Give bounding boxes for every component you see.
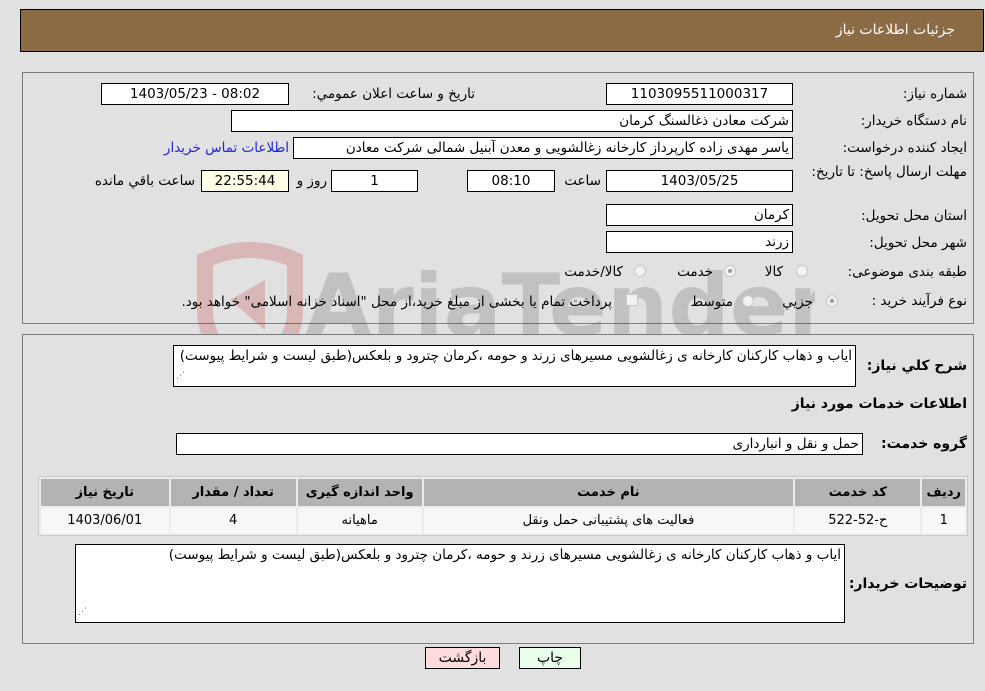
days-remaining-field[interactable]: 1 [331,170,418,192]
deadline-date-field[interactable]: 1403/05/25 [606,170,793,192]
col-header-need-date: تاریخ نیاز [41,479,169,506]
city-label: شهر محل تحویل: [869,235,967,251]
resize-grip-icon[interactable]: ⋰ [78,604,87,621]
days-label: روز و [296,173,327,189]
summary-textarea[interactable]: اياب و ذهاب کارکنان کارخانه ی زغالشویی م… [173,345,856,387]
deadline-time-field[interactable]: 08:10 [467,170,555,192]
buyer-notes-label: توضیحات خریدار: [848,576,967,592]
purchase-option-minor: جزيي [782,294,813,310]
back-button[interactable]: بازگشت [425,647,500,669]
requester-label: ایجاد کننده درخواست: [842,140,967,156]
buyer-org-label: نام دستگاه خریدار: [860,113,967,129]
requester-field[interactable]: یاسر مهدی زاده کارپرداز کارخانه زغالشویی… [293,137,793,159]
page-title: جزئیات اطلاعات نیاز [835,22,955,38]
category-option-service: خدمت [677,264,713,280]
print-button[interactable]: چاپ [519,647,581,669]
province-field[interactable]: کرمان [606,204,793,226]
cell-service-code: ح-52-522 [795,508,921,533]
category-option-goods-service: کالا/خدمت [564,264,623,280]
summary-label: شرح کلي نياز: [866,358,967,374]
services-heading: اطلاعات خدمات مورد نیاز [791,396,967,412]
table-header-row: ردیف کد خدمت نام خدمت واحد اندازه گیری ت… [41,479,965,506]
category-option-goods: کالا [764,264,783,280]
purchase-radio-minor[interactable] [826,295,838,307]
announce-datetime-label: تاریخ و ساعت اعلان عمومي: [312,86,475,102]
service-group-field[interactable]: حمل و نقل و انبارداری [176,433,863,455]
col-header-quantity: تعداد / مقدار [170,479,296,506]
services-table: ردیف کد خدمت نام خدمت واحد اندازه گیری ت… [38,476,968,536]
need-number-field[interactable]: 1103095511000317 [606,83,793,105]
deadline-label: مهلت ارسال پاسخ: تا تاریخ: [811,164,967,180]
resize-grip-icon[interactable]: ⋰ [176,368,185,385]
cell-unit: ماهیانه [297,508,422,533]
col-header-service-name: نام خدمت [423,479,794,506]
treasury-note: پرداخت تمام یا بخشی از مبلغ خرید،از محل … [181,294,612,310]
category-radio-goods[interactable] [796,265,808,277]
treasury-checkbox[interactable] [626,294,638,306]
buyer-notes-textarea[interactable]: اياب و ذهاب کارکنان کارخانه ی زغالشویی م… [75,544,845,623]
purchase-type-label: نوع فرآیند خرید : [871,293,967,309]
summary-text: اياب و ذهاب کارکنان کارخانه ی زغالشویی م… [179,348,852,364]
cell-row-number: 1 [922,508,965,533]
cell-need-date: 1403/06/01 [41,508,169,533]
service-group-label: گروه خدمت: [881,436,967,452]
province-label: استان محل تحویل: [861,208,967,224]
col-header-row-number: ردیف [922,479,965,506]
deadline-time-label: ساعت [564,173,601,189]
col-header-service-code: کد خدمت [795,479,921,506]
category-radio-goods-service[interactable] [634,265,646,277]
col-header-unit: واحد اندازه گیری [297,479,422,506]
announce-datetime-field[interactable]: 1403/05/23 - 08:02 [101,83,289,105]
city-field[interactable]: زرند [606,231,793,253]
cell-quantity: 4 [170,508,296,533]
cell-service-name: فعالیت های پشتیبانی حمل ونقل [423,508,794,533]
need-number-label: شماره نیاز: [902,86,967,102]
purchase-option-medium: متوسط [690,294,733,310]
category-radio-service[interactable] [724,265,736,277]
category-label: طبقه بندی موضوعی: [847,264,967,280]
buyer-notes-text: اياب و ذهاب کارکنان کارخانه ی زغالشویی م… [168,547,841,563]
time-remaining-field: 22:55:44 [201,170,289,192]
time-remaining-label: ساعت باقي مانده [94,173,195,189]
purchase-radio-medium[interactable] [742,295,754,307]
page-header: جزئیات اطلاعات نیاز [20,9,984,52]
table-row: 1 ح-52-522 فعالیت های پشتیبانی حمل ونقل … [41,508,965,533]
buyer-contact-link[interactable]: اطلاعات تماس خریدار [164,140,289,156]
buyer-org-field[interactable]: شرکت معادن ذغالسنگ کرمان [231,110,793,132]
